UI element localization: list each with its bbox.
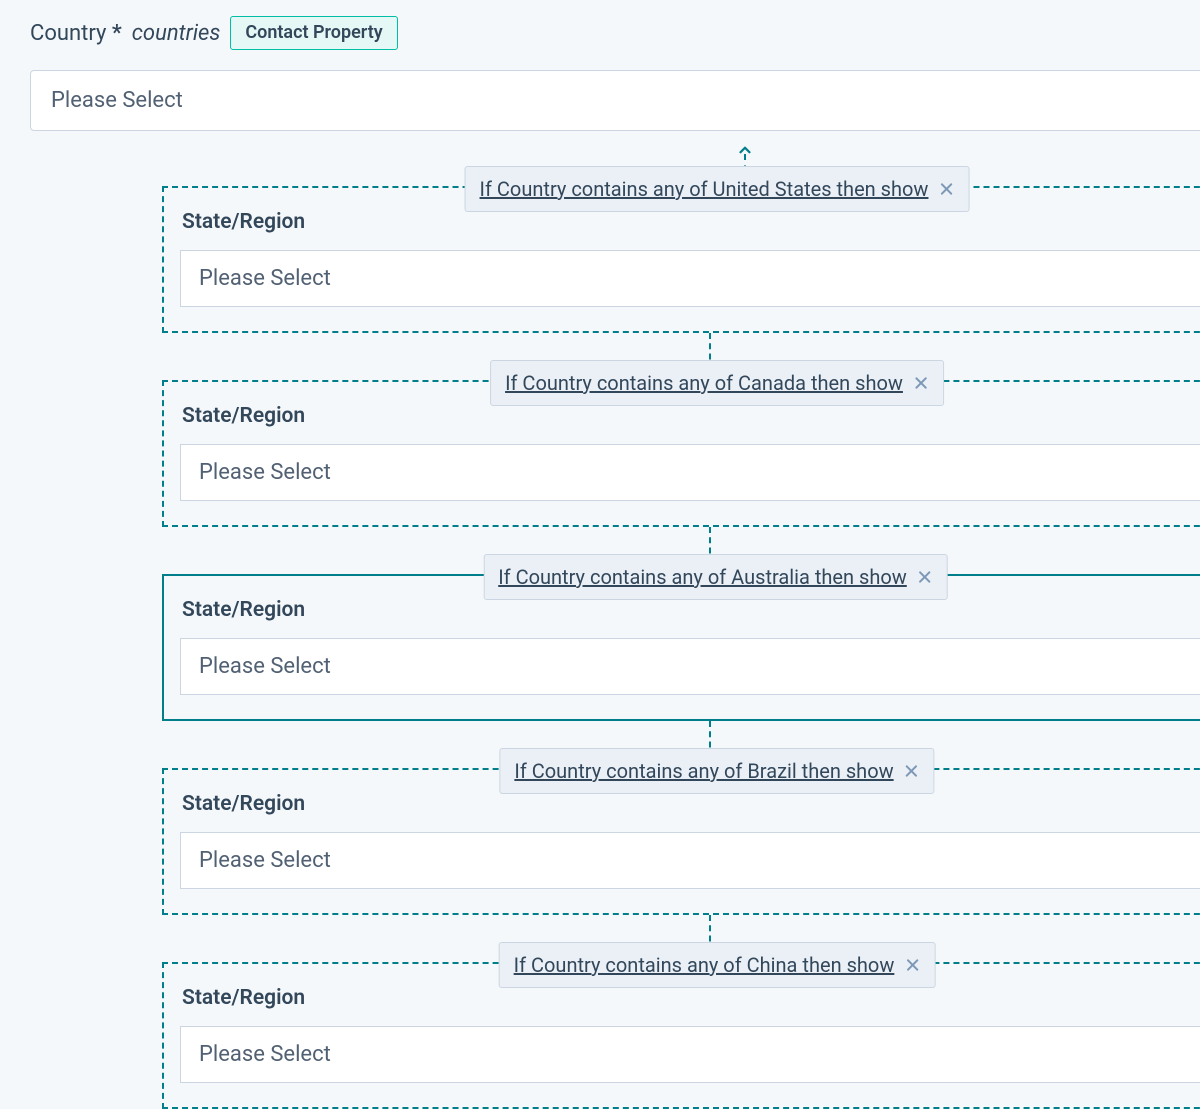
- rule-pill[interactable]: If Country contains any of Canada then s…: [490, 360, 944, 406]
- select-placeholder: Please Select: [51, 88, 183, 113]
- rule-text: If Country contains any of China then sh…: [514, 953, 895, 977]
- rule-pill[interactable]: If Country contains any of Australia the…: [483, 554, 948, 600]
- rule-pill[interactable]: If Country contains any of China then sh…: [499, 942, 936, 988]
- dependent-field[interactable]: If Country contains any of Australia the…: [162, 574, 1200, 721]
- dependent-field[interactable]: If Country contains any of United States…: [162, 186, 1200, 333]
- dependent-field[interactable]: If Country contains any of China then sh…: [162, 962, 1200, 1109]
- select-placeholder: Please Select: [199, 848, 331, 873]
- rule-pill[interactable]: If Country contains any of Brazil then s…: [499, 748, 934, 794]
- dependent-select[interactable]: Please Select: [180, 638, 1200, 695]
- rule-pill[interactable]: If Country contains any of United States…: [465, 166, 970, 212]
- country-select[interactable]: Please Select: [30, 70, 1200, 131]
- dependent-label: State/Region: [180, 598, 1200, 622]
- close-icon[interactable]: [913, 375, 929, 391]
- select-placeholder: Please Select: [199, 654, 331, 679]
- rule-text: If Country contains any of Australia the…: [498, 565, 907, 589]
- required-marker: *: [112, 21, 122, 46]
- close-icon[interactable]: [904, 957, 920, 973]
- dependent-label: State/Region: [180, 404, 1200, 428]
- dependent-select[interactable]: Please Select: [180, 1026, 1200, 1083]
- dependent-fields: If Country contains any of United States…: [30, 186, 1200, 1109]
- dependent-field[interactable]: If Country contains any of Canada then s…: [162, 380, 1200, 527]
- rule-text: If Country contains any of Brazil then s…: [514, 759, 893, 783]
- field-internal-name: countries: [132, 21, 221, 46]
- contact-property-chip[interactable]: Contact Property: [230, 16, 397, 50]
- dependent-label: State/Region: [180, 210, 1200, 234]
- dependent-field[interactable]: If Country contains any of Brazil then s…: [162, 768, 1200, 915]
- dependent-label: State/Region: [180, 792, 1200, 816]
- dependent-select[interactable]: Please Select: [180, 444, 1200, 501]
- dependent-select[interactable]: Please Select: [180, 832, 1200, 889]
- rule-text: If Country contains any of United States…: [480, 177, 929, 201]
- select-placeholder: Please Select: [199, 266, 331, 291]
- close-icon[interactable]: [938, 181, 954, 197]
- close-icon[interactable]: [904, 763, 920, 779]
- close-icon[interactable]: [917, 569, 933, 585]
- select-placeholder: Please Select: [199, 460, 331, 485]
- field-header: Country * countries Contact Property: [30, 16, 1200, 50]
- field-label: Country *: [30, 21, 122, 46]
- select-placeholder: Please Select: [199, 1042, 331, 1067]
- dependent-select[interactable]: Please Select: [180, 250, 1200, 307]
- dependent-label: State/Region: [180, 986, 1200, 1010]
- rule-text: If Country contains any of Canada then s…: [505, 371, 903, 395]
